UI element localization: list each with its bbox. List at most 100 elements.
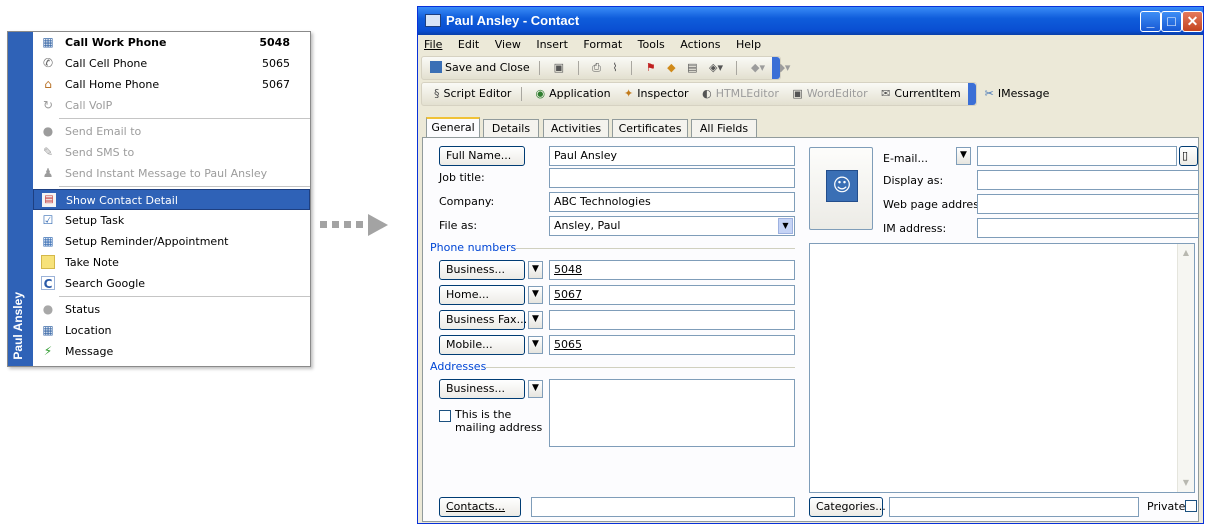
home-phone-field[interactable]: 5067 [549, 285, 795, 305]
menu-item-status[interactable]: ● Status [33, 299, 310, 320]
menu-item-call-voip[interactable]: ↻ Call VoIP [33, 95, 310, 116]
tab-activities[interactable]: Activities [543, 119, 609, 138]
categories-field[interactable] [889, 497, 1139, 517]
private-checkbox[interactable] [1185, 500, 1197, 512]
attach-icon[interactable]: ⌇ [612, 61, 617, 74]
menu-item-setup-reminder[interactable]: ▦ Setup Reminder/Appointment [33, 231, 310, 252]
web-page-field[interactable] [977, 194, 1199, 214]
categories-button[interactable]: Categories... [809, 497, 886, 517]
full-name-field[interactable]: Paul Ansley [549, 146, 795, 166]
details-icon[interactable]: ▤ [687, 61, 697, 74]
menu-item-send-sms[interactable]: ✎ Send SMS to [33, 142, 310, 163]
mobile-phone-button[interactable]: Mobile... [439, 335, 525, 355]
menu-item-take-note[interactable]: Take Note [33, 252, 310, 273]
menu-item-label: Send Email to [65, 125, 142, 138]
tab-details[interactable]: Details [483, 119, 539, 138]
menu-item-send-email[interactable]: ● Send Email to [33, 121, 310, 142]
menu-item-number: 5048 [259, 36, 290, 49]
menu-tools[interactable]: Tools [638, 38, 665, 51]
menu-item-show-contact-detail[interactable]: ▤ Show Contact Detail [33, 189, 310, 210]
application-button[interactable]: ◉ Application [531, 87, 610, 100]
menu-item-call-home-phone[interactable]: ⌂ Call Home Phone 5067 [33, 74, 310, 95]
contact-window: Paul Ansley - Contact _ □ ✕ File Edit Vi… [417, 6, 1204, 524]
menu-item-setup-task[interactable]: ☑ Setup Task [33, 210, 310, 231]
job-title-field[interactable] [549, 168, 795, 188]
menu-item-label: Call VoIP [65, 99, 113, 112]
display-as-field[interactable] [977, 170, 1199, 190]
previous-item-icon[interactable]: ◆▾ [751, 61, 765, 74]
maximize-button[interactable]: □ [1161, 11, 1182, 32]
menu-item-call-cell-phone[interactable]: ✆ Call Cell Phone 5065 [33, 53, 310, 74]
chevron-down-icon[interactable]: ▼ [528, 286, 543, 304]
notes-textarea[interactable]: ▲ ▼ [809, 243, 1195, 493]
menu-format[interactable]: Format [583, 38, 622, 51]
chevron-down-icon[interactable]: ▼ [778, 218, 793, 234]
chevron-down-icon[interactable]: ▼ [956, 147, 971, 165]
menu-insert[interactable]: Insert [536, 38, 568, 51]
business-phone-button[interactable]: Business... [439, 260, 525, 280]
menu-item-call-work-phone[interactable]: ▦ Call Work Phone 5048 [33, 32, 310, 53]
current-item-button[interactable]: ✉ CurrentItem [877, 87, 961, 100]
menu-item-label: Call Home Phone [65, 78, 160, 91]
chevron-down-icon[interactable]: ▼ [528, 261, 543, 279]
menu-actions[interactable]: Actions [680, 38, 720, 51]
mailing-address-checkbox[interactable] [439, 410, 451, 422]
home-phone-button[interactable]: Home... [439, 285, 525, 305]
activities-icon[interactable]: ◆ [667, 61, 675, 74]
scroll-up-icon[interactable]: ▲ [1180, 246, 1192, 260]
word-editor-button[interactable]: ▣ WordEditor [788, 87, 867, 100]
phone-value: 5048 [554, 263, 582, 276]
im-address-field[interactable] [977, 218, 1199, 238]
notes-scrollbar[interactable]: ▲ ▼ [1177, 244, 1194, 492]
html-editor-button[interactable]: ◐ HTMLEditor [698, 87, 779, 100]
menu-item-label: Send Instant Message to Paul Ansley [65, 167, 268, 180]
address-field[interactable] [549, 379, 795, 447]
address-type-button[interactable]: Business... [439, 379, 525, 399]
company-field[interactable]: ABC Technologies [549, 192, 795, 212]
chevron-down-icon[interactable]: ▼ [528, 311, 543, 329]
save-close-button[interactable]: Save and Close [430, 61, 533, 74]
flag-icon[interactable]: ⚑ [646, 61, 656, 74]
script-editor-button[interactable]: § Script Editor [430, 87, 511, 100]
email-label: E-mail... [883, 152, 928, 165]
imessage-button[interactable]: ✂ IMessage [981, 87, 1050, 100]
menu-file[interactable]: File [424, 38, 442, 51]
inspector-button[interactable]: ✦ Inspector [620, 87, 689, 100]
chevron-down-icon[interactable]: ▼ [528, 380, 543, 398]
menu-item-send-im[interactable]: ♟ Send Instant Message to Paul Ansley [33, 163, 310, 184]
chevron-down-icon[interactable]: ▼ [528, 336, 543, 354]
options-dropdown-icon[interactable]: ◈▾ [709, 61, 723, 74]
menu-help[interactable]: Help [736, 38, 761, 51]
menu-item-message[interactable]: ⚡ Message [33, 341, 310, 362]
contacts-field[interactable] [531, 497, 795, 517]
calendar-icon: ▦ [42, 234, 54, 248]
contacts-button[interactable]: Contacts... [439, 497, 521, 517]
business-phone-field[interactable]: 5048 [549, 260, 795, 280]
html-editor-label: HTMLEditor [715, 87, 779, 100]
tab-general[interactable]: General [426, 117, 480, 139]
tab-certificates[interactable]: Certificates [612, 119, 688, 138]
save-icon-button[interactable]: ▣ [554, 61, 564, 74]
business-fax-button[interactable]: Business Fax... [439, 310, 528, 330]
full-name-button[interactable]: Full Name... [439, 146, 525, 166]
menu-item-location[interactable]: ▦ Location [33, 320, 310, 341]
print-icon[interactable]: ⎙ [592, 61, 601, 74]
menu-side-banner: Paul Ansley [8, 32, 33, 366]
menu-item-label: Message [65, 345, 114, 358]
minimize-button[interactable]: _ [1140, 11, 1161, 32]
email-field[interactable] [977, 146, 1177, 166]
scroll-down-icon[interactable]: ▼ [1180, 476, 1192, 490]
menu-item-search-google[interactable]: C Search Google [33, 273, 310, 294]
mobile-phone-field[interactable]: 5065 [549, 335, 795, 355]
phone-type-label: Mobile... [446, 338, 493, 351]
phone-type-label: Business Fax... [446, 313, 528, 326]
file-as-select[interactable]: Ansley, Paul ▼ [549, 216, 795, 236]
tab-all-fields[interactable]: All Fields [691, 119, 757, 138]
menu-edit[interactable]: Edit [458, 38, 479, 51]
imessage-label: IMessage [997, 87, 1050, 100]
close-button[interactable]: ✕ [1182, 11, 1203, 32]
menu-view[interactable]: View [495, 38, 521, 51]
business-fax-field[interactable] [549, 310, 795, 330]
address-book-button[interactable]: ▯ [1179, 146, 1198, 166]
contact-photo-button[interactable]: ☺ [809, 147, 873, 230]
